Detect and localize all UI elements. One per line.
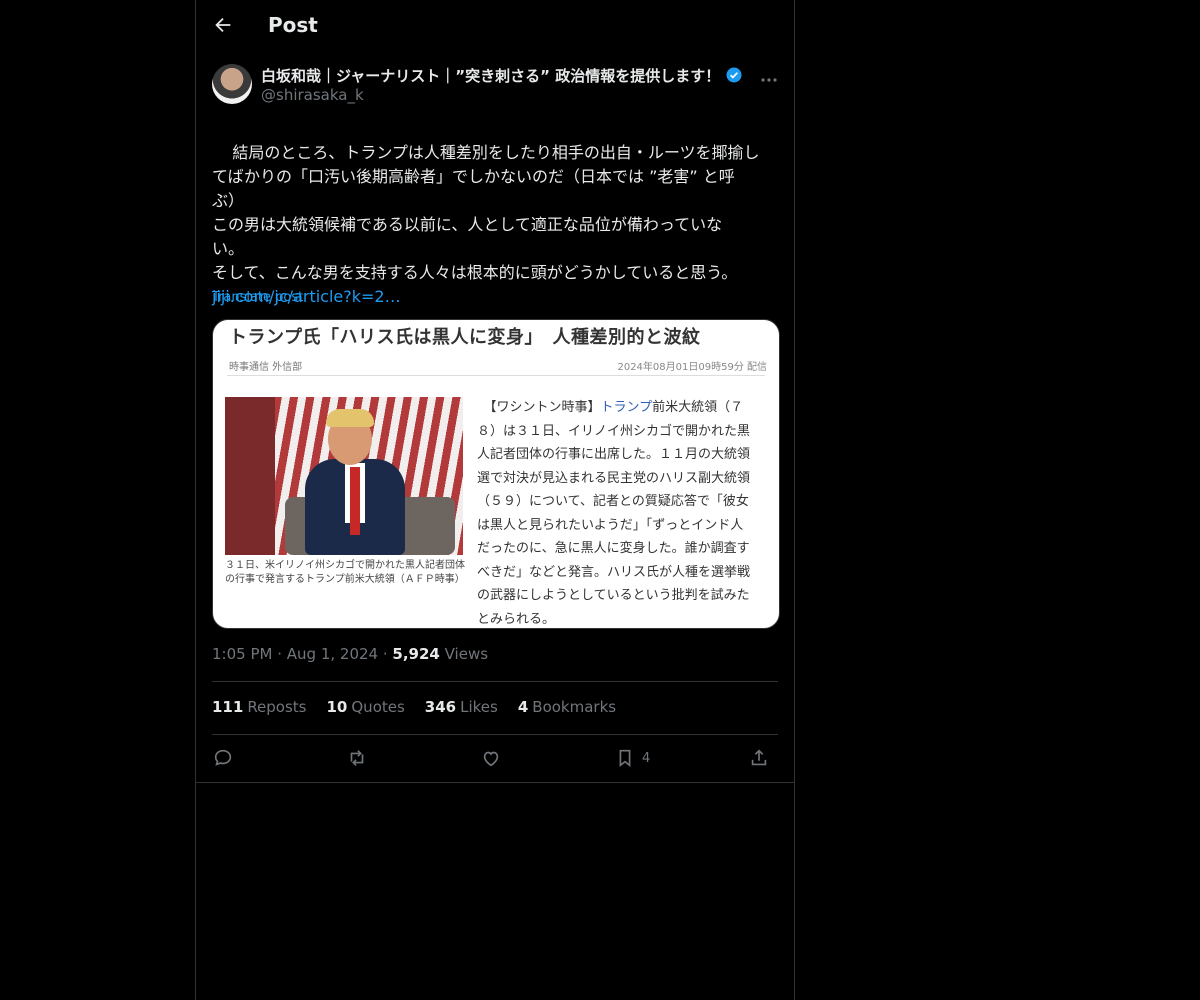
repost-icon[interactable] <box>346 745 368 771</box>
engagement-stats: 111 Reposts 10 Quotes 346 Likes 4 Bookmarks <box>212 698 616 716</box>
more-options-icon[interactable] <box>760 70 778 82</box>
article-photo <box>225 397 463 555</box>
back-arrow-icon[interactable] <box>212 14 238 40</box>
article-date: 2024年08月01日09時59分 配信 <box>617 362 767 373</box>
action-bar: 4 <box>212 745 778 771</box>
page-title: Post <box>268 13 318 37</box>
article-divider <box>227 375 765 376</box>
bookmark-icon[interactable]: 4 <box>614 745 650 771</box>
quotes-stat[interactable]: 10 Quotes <box>327 698 405 716</box>
reposts-stat[interactable]: 111 Reposts <box>212 698 307 716</box>
top-bar: Post <box>196 0 794 54</box>
like-icon[interactable] <box>480 745 502 771</box>
article-title: トランプ氏「ハリス氏は黒人に変身」 人種差別的と波紋 <box>229 327 701 348</box>
article-source: 時事通信 外信部 <box>229 362 303 373</box>
bookmarks-stat[interactable]: 4 Bookmarks <box>518 698 616 716</box>
reply-icon[interactable] <box>212 745 234 771</box>
post-time[interactable]: 1:05 PM <box>212 645 272 663</box>
photo-caption: ３１日、米イリノイ州シカゴで開かれた黒人記者団体の行事で発言するトランプ前米大統… <box>225 560 465 585</box>
divider <box>196 782 794 783</box>
post-date[interactable]: Aug 1, 2024 <box>287 645 378 663</box>
post-column: Post 白坂和哉｜ジャーナリスト｜”突き刺さる” 政治情報を提供します！ @s… <box>195 0 795 1000</box>
article-screenshot[interactable]: トランプ氏「ハリス氏は黒人に変身」 人種差別的と波紋 時事通信 外信部 2024… <box>212 319 780 629</box>
author-display-name[interactable]: 白坂和哉｜ジャーナリスト｜”突き刺さる” 政治情報を提供します！ <box>261 65 720 86</box>
views-count: 5,924 <box>392 645 440 663</box>
divider <box>212 681 778 682</box>
article-body-highlight: トランプ <box>600 400 653 415</box>
article-body: 【ワシントン時事】トランプ前米大統領（７ ８）は３１日、イリノイ州シカゴで開かれ… <box>477 396 767 628</box>
article-body-rest: 前米大統領（７ ８）は３１日、イリノイ州シカゴで開かれた黒 人記者団体の行事に出… <box>477 400 751 627</box>
divider <box>212 734 778 735</box>
author-handle[interactable]: @shirasaka_k <box>261 86 364 104</box>
post-meta: 1:05 PM · Aug 1, 2024 · 5,924 Views <box>212 645 489 663</box>
translate-post-link[interactable]: Translate post <box>212 290 303 305</box>
verified-badge-icon[interactable] <box>725 66 743 84</box>
bookmark-count: 4 <box>642 750 651 766</box>
tweet-body: 結局のところ、トランプは人種差別をしたり相手の出自・ルーツを揶揄し てばかりの「… <box>212 143 760 282</box>
author-name-row: 白坂和哉｜ジャーナリスト｜”突き刺さる” 政治情報を提供します！ <box>261 64 743 86</box>
likes-stat[interactable]: 346 Likes <box>425 698 498 716</box>
views-label: Views <box>444 645 489 663</box>
article-body-prefix: 【ワシントン時事】 <box>477 400 601 415</box>
share-icon[interactable] <box>748 745 770 771</box>
avatar[interactable] <box>212 64 252 104</box>
